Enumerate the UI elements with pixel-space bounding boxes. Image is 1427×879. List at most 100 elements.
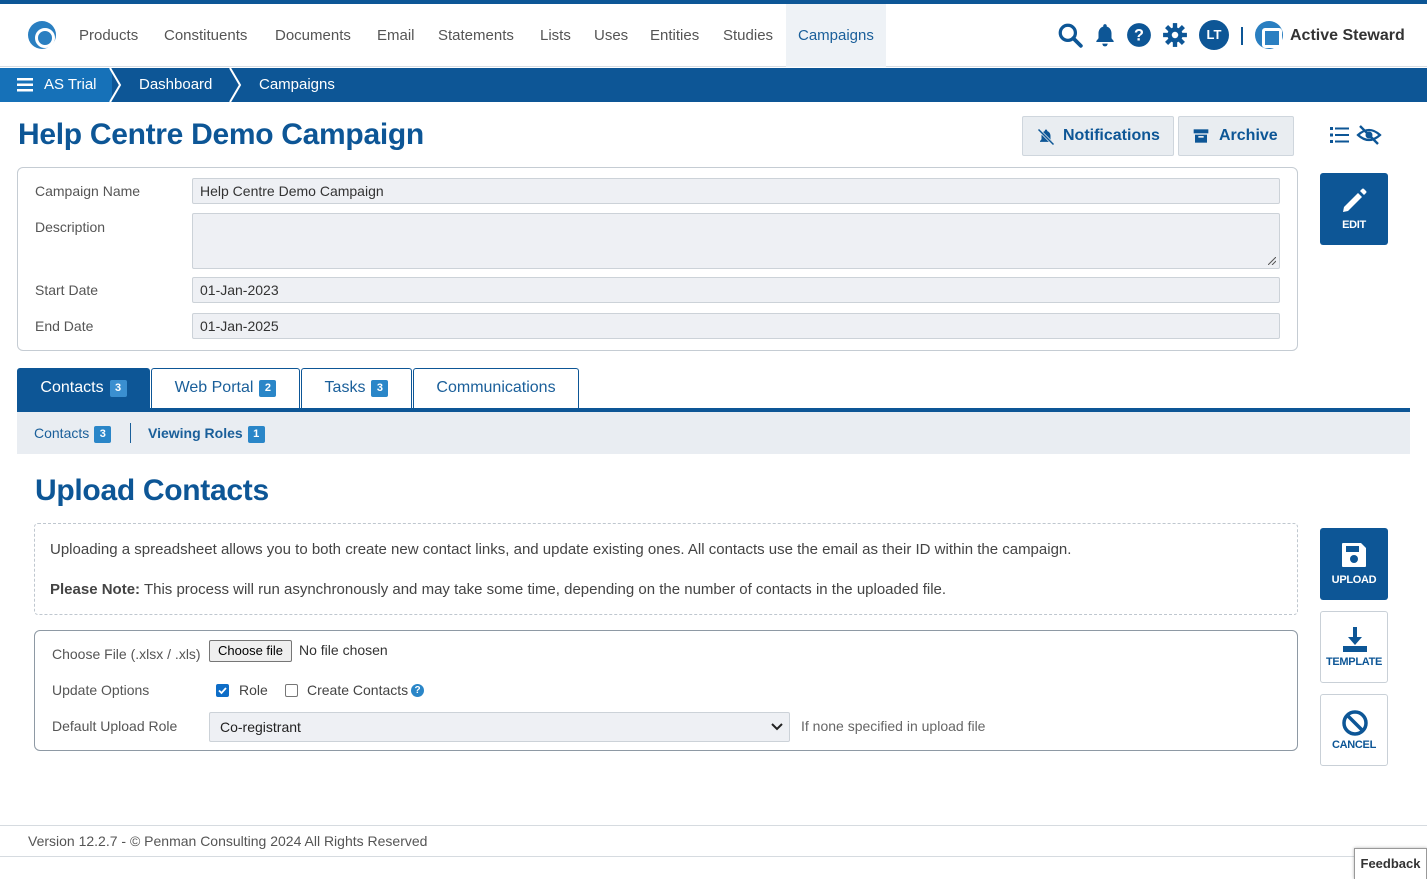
breadcrumb-separator-icon [229,68,242,102]
create-contacts-checkbox[interactable] [285,684,298,697]
archive-label: Archive [1219,127,1278,144]
count-badge: 1 [247,426,265,443]
description-field[interactable] [192,213,1280,269]
archive-button[interactable]: Archive [1178,116,1294,156]
nav-divider [1241,27,1243,45]
upload-note: Please Note: This process will run async… [50,581,946,598]
count-badge: 3 [94,426,112,443]
upload-info-text: Uploading a spreadsheet allows you to bo… [50,541,1072,558]
update-options-label: Update Options [52,682,150,698]
subtab-divider [130,423,131,443]
upload-button[interactable]: UPLOAD [1320,528,1388,600]
count-badge: 2 [259,380,277,397]
start-date-field[interactable]: 01-Jan-2023 [192,277,1280,303]
floppy-disk-icon [1342,543,1366,567]
nav-email[interactable]: Email [377,4,415,67]
choose-file-label: Choose File (.xlsx / .xls) [52,646,201,662]
upload-info-box: Uploading a spreadsheet allows you to bo… [34,523,1298,615]
role-checkbox[interactable] [216,684,229,697]
page-title: Help Centre Demo Campaign [18,118,424,151]
choose-file-button[interactable]: Choose file [209,640,293,662]
nav-studies[interactable]: Studies [723,4,773,67]
template-label: TEMPLATE [1325,656,1383,668]
breadcrumb-separator-icon [109,68,122,102]
chevron-down-icon [771,723,783,731]
footer-divider [0,856,1427,857]
search-icon[interactable] [1057,22,1083,48]
notifications-label: Notifications [1063,127,1160,144]
note-label: Please Note: [50,581,141,598]
cancel-button[interactable]: CANCEL [1320,694,1388,766]
role-option-label: Role [239,682,268,698]
gear-icon[interactable] [1162,22,1188,48]
note-text: This process will run asynchronously and… [140,581,947,598]
top-navigation: Products Constituents Documents Email St… [0,4,1427,67]
pencil-icon [1343,188,1367,212]
nav-entities[interactable]: Entities [650,4,699,67]
edit-button[interactable]: EDIT [1320,173,1388,245]
footer-divider [0,825,1427,826]
nav-products[interactable]: Products [79,4,138,67]
description-label: Description [35,219,106,235]
list-view-icon[interactable] [1330,126,1350,144]
tab-tasks[interactable]: Tasks 3 [301,368,412,408]
tab-contacts[interactable]: Contacts 3 [17,368,150,408]
default-role-label: Default Upload Role [52,718,178,734]
tab-web-portal-label: Web Portal [174,379,254,396]
end-date-label: End Date [35,318,94,334]
bell-slash-icon [1037,128,1055,146]
campaign-name-label: Campaign Name [35,183,141,199]
start-date-label: Start Date [35,282,99,298]
tab-communications[interactable]: Communications [413,368,579,408]
archive-box-icon [1193,129,1209,143]
brand-name: Active Steward [1290,27,1405,44]
upload-label: UPLOAD [1331,574,1377,586]
tab-communications-label: Communications [436,379,556,396]
hamburger-menu-icon[interactable] [17,78,33,92]
default-role-value: Co-registrant [220,719,301,735]
campaign-details-panel: Campaign Name Help Centre Demo Campaign … [17,167,1298,351]
tab-contacts-label: Contacts [40,379,104,396]
brand-logo-icon [1255,21,1283,49]
subtab-contacts[interactable]: Contacts 3 [34,412,112,454]
download-icon [1343,627,1367,652]
feedback-button[interactable]: Feedback [1354,848,1427,879]
breadcrumb: AS Trial Dashboard Campaigns [0,68,1427,102]
upload-form: Choose File (.xlsx / .xls) Choose file N… [34,630,1298,751]
default-role-select[interactable]: Co-registrant [209,712,790,742]
upload-contacts-heading: Upload Contacts [35,474,269,507]
nav-statements[interactable]: Statements [438,4,514,67]
nav-documents[interactable]: Documents [275,4,351,67]
ban-icon [1342,710,1368,736]
campaign-name-field[interactable]: Help Centre Demo Campaign [192,178,1280,204]
create-contacts-help-icon[interactable]: ? [411,684,424,697]
campaign-tabs: Contacts 3 Web Portal 2 Tasks 3 Communicati… [17,368,1410,412]
breadcrumb-as-trial[interactable]: AS Trial [44,68,97,102]
default-role-hint: If none specified in upload file [801,718,986,734]
nav-campaigns[interactable]: Campaigns [786,4,886,67]
nav-lists[interactable]: Lists [540,4,571,67]
nav-constituents[interactable]: Constituents [164,4,247,67]
count-badge: 3 [371,380,389,397]
count-badge: 3 [109,380,127,397]
app-logo-icon[interactable] [28,21,56,49]
subtab-viewing-roles-label: Viewing Roles [148,425,243,441]
bell-icon[interactable] [1092,22,1118,48]
eye-slash-icon[interactable] [1356,125,1382,145]
breadcrumb-dashboard[interactable]: Dashboard [139,68,212,102]
help-icon[interactable]: ? [1126,22,1152,48]
resize-grip-icon[interactable] [1268,257,1276,265]
breadcrumb-campaigns[interactable]: Campaigns [259,68,335,102]
notifications-button[interactable]: Notifications [1022,116,1174,156]
tab-web-portal[interactable]: Web Portal 2 [151,368,300,408]
template-button[interactable]: TEMPLATE [1320,611,1388,683]
subtab-viewing-roles[interactable]: Viewing Roles 1 [148,412,265,454]
nav-uses[interactable]: Uses [594,4,628,67]
contacts-subtabs: Contacts 3 Viewing Roles 1 [17,412,1410,454]
user-avatar[interactable]: LT [1199,20,1229,50]
end-date-field[interactable]: 01-Jan-2025 [192,313,1280,339]
edit-label: EDIT [1342,219,1366,231]
file-status: No file chosen [299,642,388,658]
footer-text: Version 12.2.7 - © Penman Consulting 202… [28,833,428,849]
create-contacts-label: Create Contacts [307,682,409,698]
